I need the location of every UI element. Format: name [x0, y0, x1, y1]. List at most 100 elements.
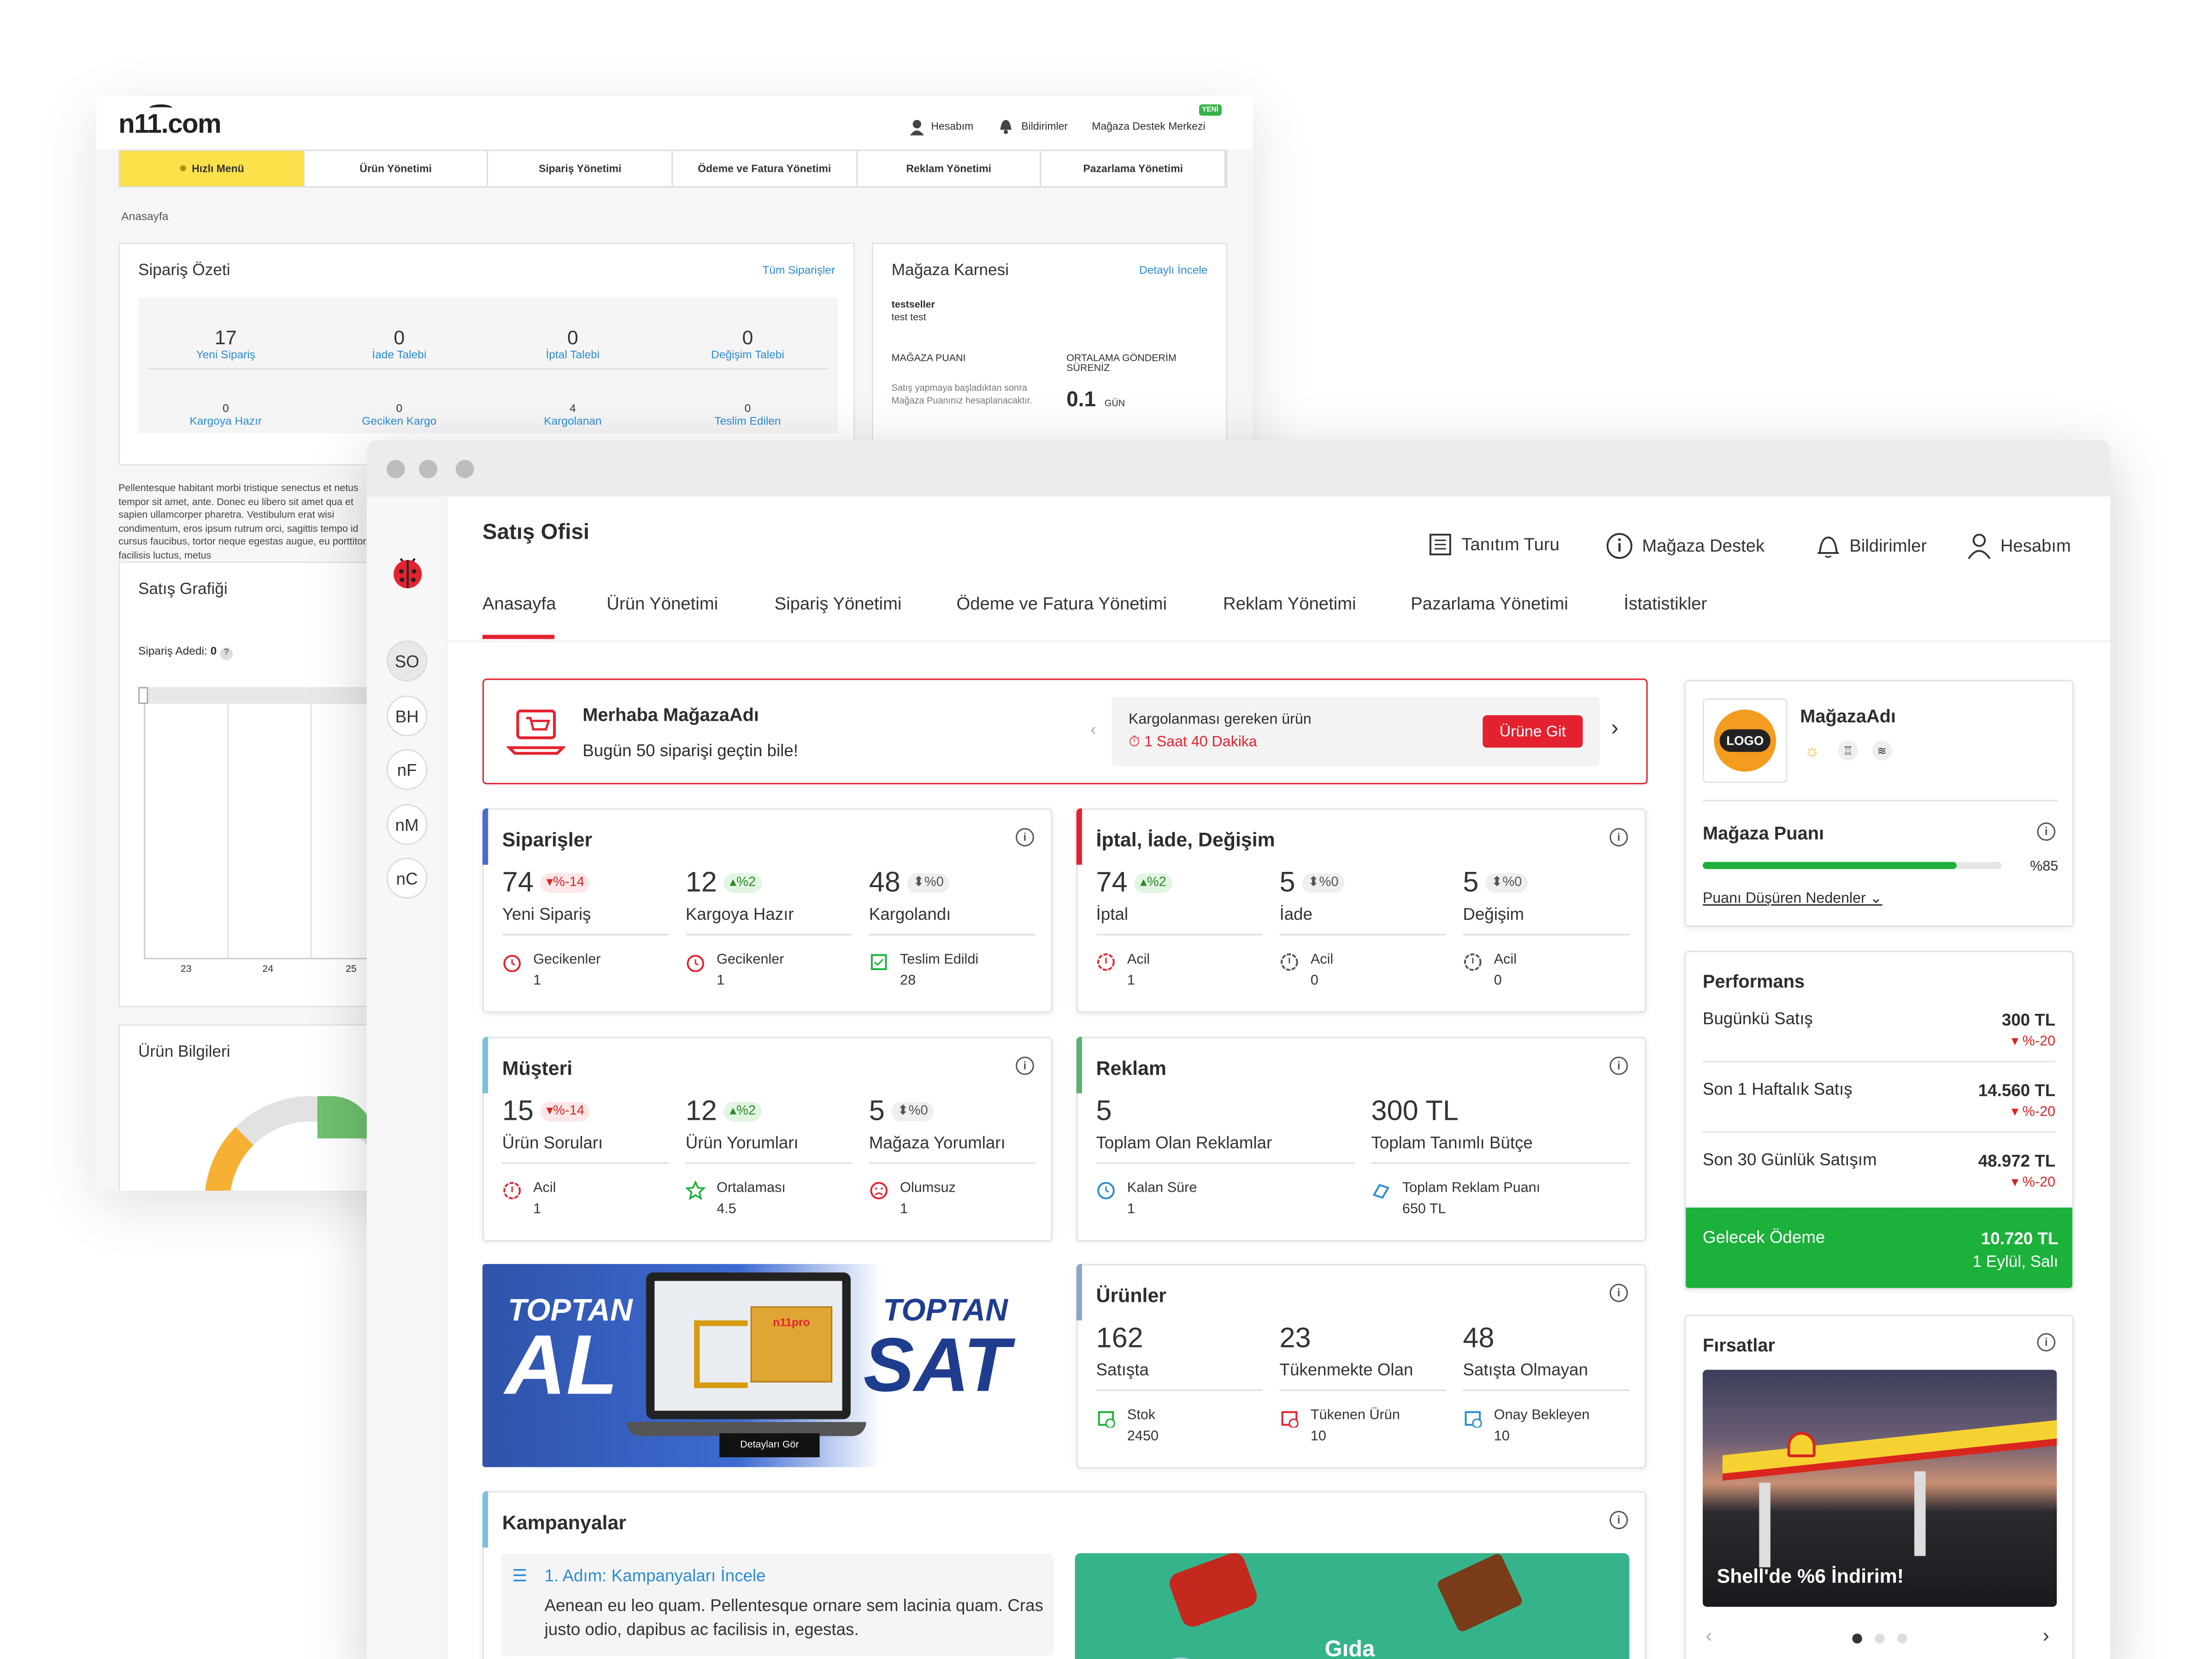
- stat-late-shipment[interactable]: 0 Geciken Kargo: [322, 402, 477, 427]
- info-icon[interactable]: i: [2037, 822, 2056, 841]
- products-title: Ürünler: [1096, 1283, 1166, 1306]
- products-col-not-on-sale[interactable]: 48 Satışta Olmayan Onay Bekleyen 10: [1463, 1322, 1630, 1447]
- sidebar-item-nm[interactable]: nM: [386, 804, 428, 845]
- welcome-title: Merhaba MağazaAdı: [582, 704, 759, 725]
- chevron-right-icon[interactable]: ›: [1611, 717, 1618, 742]
- sub-value: 4.5: [717, 1202, 736, 1218]
- sidebar: SO BH nF nM nC: [366, 496, 447, 1659]
- nav-ads[interactable]: Reklam Yönetimi: [1223, 594, 1356, 614]
- window-minimize-dot[interactable]: [419, 459, 437, 478]
- shell-deal-image[interactable]: Shell'de %6 İndirim!: [1702, 1370, 2057, 1607]
- old-account-link[interactable]: Hesabım: [931, 120, 973, 133]
- score-reasons-link[interactable]: Puanı Düşüren Nedenler ⌄: [1703, 890, 1883, 907]
- tab-quick-menu[interactable]: ✹ Hızlı Menü: [120, 151, 305, 187]
- chart-slider[interactable]: [144, 687, 384, 704]
- nav-products[interactable]: Ürün Yönetimi: [606, 594, 718, 614]
- down-arrow-icon: ▾: [2011, 1034, 2019, 1050]
- sidebar-item-bh[interactable]: BH: [386, 695, 428, 736]
- breadcrumb[interactable]: Anasayfa: [121, 210, 168, 223]
- orders-col-shipped[interactable]: 48 ⬍%0 Kargolandı Teslim Edildi 28: [869, 866, 1035, 992]
- stat-cancel-request[interactable]: 0 İptal Talebi: [495, 326, 650, 361]
- banner-detail-button[interactable]: Detayları Gör: [719, 1433, 820, 1458]
- stat-return-request[interactable]: 0 İade Talebi: [322, 326, 477, 361]
- ship-time-label: ORTALAMA GÖNDERİM SÜRENİZ: [1066, 354, 1177, 374]
- sidebar-item-so[interactable]: SO: [386, 640, 428, 682]
- tab-payment-invoice[interactable]: Ödeme ve Fatura Yönetimi: [673, 151, 858, 187]
- info-icon[interactable]: i: [1609, 1283, 1628, 1302]
- sidebar-item-nc[interactable]: nC: [386, 858, 428, 899]
- metric-label: Mağaza Yorumları: [869, 1133, 1035, 1164]
- notifications-link[interactable]: Bildirimler: [1816, 532, 1927, 560]
- tab-ads-management[interactable]: Reklam Yönetimi: [857, 151, 1042, 187]
- stat-new-order[interactable]: 17 Yeni Sipariş: [148, 326, 303, 361]
- ads-col-total[interactable]: 5 Toplam Olan Reklamlar Kalan Süre 1: [1096, 1094, 1354, 1220]
- sub-label: Teslim Edildi: [900, 952, 979, 968]
- carousel-dot[interactable]: [1897, 1633, 1907, 1644]
- tour-link[interactable]: Tanıtım Turu: [1428, 532, 1559, 557]
- info-icon[interactable]: i: [2037, 1333, 2056, 1352]
- sad-face-icon: [870, 1182, 888, 1200]
- info-icon[interactable]: i: [1609, 1511, 1628, 1530]
- help-icon[interactable]: ?: [220, 647, 233, 660]
- info-icon[interactable]: i: [1016, 1056, 1034, 1075]
- returns-col-cancel[interactable]: 74 ▴%2 İptal Acil 1: [1096, 866, 1263, 992]
- ladybug-logo-icon[interactable]: [391, 553, 424, 590]
- detail-link[interactable]: Detaylı İncele: [1139, 264, 1207, 276]
- nav-home[interactable]: Anasayfa: [482, 594, 556, 614]
- go-to-product-button[interactable]: Ürüne Git: [1483, 715, 1583, 748]
- card-accent: [1076, 1036, 1082, 1094]
- orders-col-ready[interactable]: 12 ▴%2 Kargoya Hazır Gecikenler 1: [685, 866, 852, 992]
- sales-chart-card: Satış Grafiği Sipariş Adedi: 0 ? 23 24 2…: [118, 561, 387, 1007]
- alarm-clock-icon: [687, 954, 704, 972]
- stat-ready-to-ship[interactable]: 0 Kargoya Hazır: [148, 402, 303, 427]
- info-icon[interactable]: i: [1609, 1056, 1628, 1075]
- info-icon[interactable]: i: [1609, 828, 1628, 847]
- sidebar-item-nf[interactable]: nF: [386, 749, 428, 790]
- nav-payments[interactable]: Ödeme ve Fatura Yönetimi: [956, 594, 1167, 614]
- returns-col-exchange[interactable]: 5 ⬍%0 Değişim Acil 0: [1463, 866, 1630, 992]
- wholesale-banner[interactable]: TOPTAN AL n11pro Detayları Gör TOPTAN SA…: [482, 1264, 1053, 1467]
- old-support-link[interactable]: Mağaza Destek Merkezi: [1092, 120, 1205, 133]
- customer-col-questions[interactable]: 15 ▾%-14 Ürün Soruları Acil 1: [502, 1094, 669, 1220]
- product-info-title: Ürün Bilgileri: [138, 1044, 230, 1061]
- slider-handle[interactable]: [138, 687, 148, 704]
- window-close-dot[interactable]: [386, 459, 405, 478]
- chevron-right-icon[interactable]: ›: [2043, 1624, 2049, 1646]
- support-link[interactable]: Mağaza Destek: [1606, 532, 1765, 560]
- metric-value: 5: [1279, 867, 1295, 898]
- nav-statistics[interactable]: İstatistikler: [1624, 594, 1707, 614]
- nav-orders[interactable]: Sipariş Yönetimi: [775, 594, 902, 614]
- future-payment-box[interactable]: Gelecek Ödeme 10.720 TL 1 Eylül, Salı: [1686, 1200, 2072, 1288]
- chevron-left-icon[interactable]: ‹: [1090, 719, 1096, 739]
- old-logo[interactable]: n11.com: [118, 110, 222, 141]
- nav-marketing[interactable]: Pazarlama Yönetimi: [1411, 594, 1568, 614]
- tab-product-management[interactable]: Ürün Yönetimi: [304, 151, 489, 187]
- info-icon[interactable]: i: [1016, 828, 1034, 847]
- tab-marketing-management[interactable]: Pazarlama Yönetimi: [1041, 151, 1226, 187]
- campaign-step-link[interactable]: 1. Adım: Kampanyaları İncele: [545, 1566, 766, 1586]
- food-tile[interactable]: Gıda: [1075, 1553, 1630, 1659]
- products-col-on-sale[interactable]: 162 Satışta Stok 2450: [1096, 1322, 1263, 1447]
- ads-col-budget[interactable]: 300 TL Toplam Tanımlı Bütçe Toplam Rekla…: [1371, 1094, 1630, 1220]
- returns-col-return[interactable]: 5 ⬍%0 İade Acil 0: [1279, 866, 1446, 992]
- orders-col-new[interactable]: 74 ▾%-14 Yeni Sipariş Gecikenler 1: [502, 866, 669, 992]
- ads-title: Reklam: [1096, 1056, 1167, 1079]
- stat-value: 0: [394, 326, 405, 349]
- tab-order-management[interactable]: Sipariş Yönetimi: [488, 151, 673, 187]
- customer-col-reviews[interactable]: 12 ▴%2 Ürün Yorumları Ortalaması 4.5: [685, 1094, 852, 1220]
- stat-delivered[interactable]: 0 Teslim Edilen: [670, 402, 825, 427]
- carousel-dot[interactable]: [1875, 1633, 1885, 1644]
- account-link[interactable]: Hesabım: [1966, 532, 2071, 560]
- old-notifications-link[interactable]: Bildirimler: [1021, 120, 1068, 133]
- performance-card: Performans Bugünkü Satış 300 TL ▾ %-20 Son…: [1684, 951, 2074, 1289]
- customer-col-store-reviews[interactable]: 5 ⬍%0 Mağaza Yorumları Olumsuz 1: [869, 1094, 1035, 1220]
- chevron-left-icon[interactable]: ‹: [1706, 1624, 1712, 1646]
- products-col-running-out[interactable]: 23 Tükenmekte Olan Tükenen Ürün 10: [1279, 1322, 1446, 1447]
- window-maximize-dot[interactable]: [455, 459, 474, 478]
- new-badge: YENİ: [1199, 104, 1221, 116]
- app-header: Satış Ofisi Tanıtım Turu Mağaza Destek B…: [447, 496, 2111, 642]
- stat-exchange-request[interactable]: 0 Değişim Talebi: [670, 326, 825, 361]
- carousel-dot-active[interactable]: [1852, 1633, 1862, 1644]
- all-orders-link[interactable]: Tüm Siparişler: [762, 264, 835, 276]
- stat-shipped[interactable]: 4 Kargolanan: [495, 402, 650, 427]
